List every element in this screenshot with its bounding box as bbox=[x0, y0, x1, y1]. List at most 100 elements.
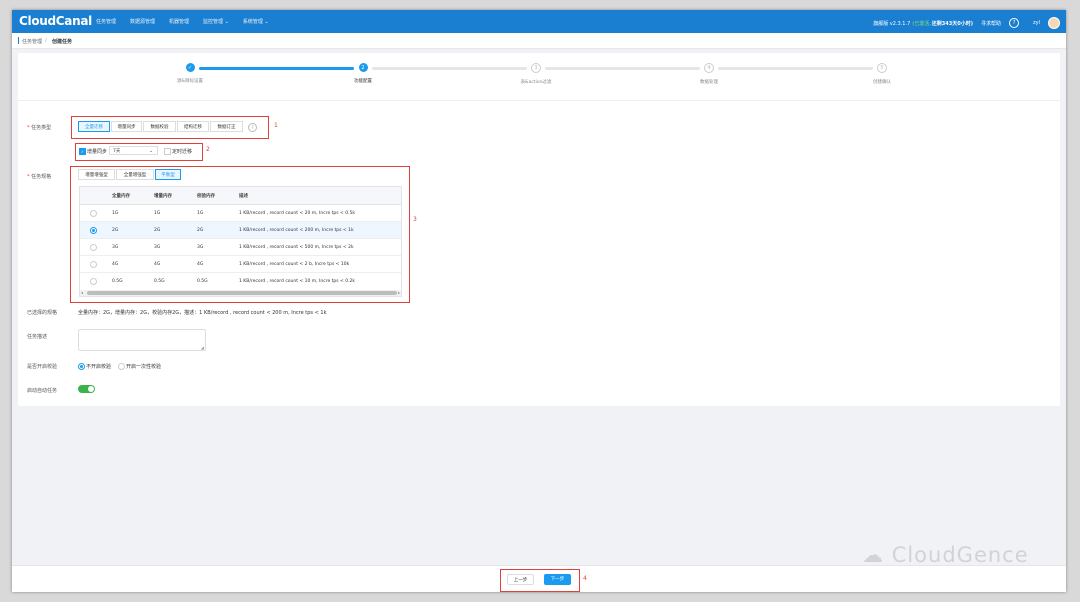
table-row[interactable]: 1G 1G 1G 1 KB/record , record count < 20… bbox=[80, 205, 401, 222]
cell-description: 1 KB/record , record count < 500 m, Incr… bbox=[239, 245, 354, 250]
row-radio[interactable] bbox=[90, 210, 97, 217]
task-type-incr-sync[interactable]: 增量同步 bbox=[111, 121, 142, 132]
verify-label: 是否开启校验 bbox=[27, 364, 58, 370]
step-label: 功能配置 bbox=[354, 79, 372, 84]
incr-sync-checkbox[interactable]: ✓ bbox=[79, 148, 86, 155]
cell-incr-memory: 3G bbox=[154, 245, 161, 250]
main-nav: 任务管理 数据源管理 机器管理 监控管理 ⌄ 系统管理 ⌄ bbox=[96, 18, 283, 25]
scroll-right-icon[interactable]: ▸ bbox=[398, 290, 400, 295]
annotation-number-4: 4 bbox=[583, 575, 587, 582]
autostart-toggle[interactable] bbox=[78, 385, 95, 393]
header-verify-memory: 校验内存 bbox=[197, 194, 215, 199]
annotation-number-3: 3 bbox=[413, 216, 417, 223]
step-check-icon: ✓ bbox=[185, 63, 195, 72]
nav-task-management[interactable]: 任务管理 bbox=[96, 18, 116, 25]
table-header: 全量内存 增量内存 校验内存 描述 bbox=[80, 187, 401, 205]
cell-description: 1 KB/record , record count < 10 m, Incre… bbox=[239, 279, 356, 284]
row-radio[interactable] bbox=[90, 227, 97, 234]
cell-verify-memory: 3G bbox=[197, 245, 204, 250]
nav-monitor-management[interactable]: 监控管理 ⌄ bbox=[203, 18, 229, 25]
resize-handle-icon[interactable]: ◢ bbox=[201, 345, 204, 350]
top-navbar: CloudCanal 任务管理 数据源管理 机器管理 监控管理 ⌄ 系统管理 ⌄… bbox=[12, 10, 1066, 33]
horizontal-scrollbar[interactable]: ◂ ▸ bbox=[80, 290, 401, 296]
breadcrumb-current: 创建任务 bbox=[52, 39, 73, 45]
breadcrumb-separator: / bbox=[45, 38, 47, 44]
nav-machine-management[interactable]: 机器管理 bbox=[169, 18, 189, 25]
timed-migration-label: 定时迁移 bbox=[172, 149, 193, 155]
verify-once-label[interactable]: 开启一次性校验 bbox=[126, 363, 161, 370]
step-2: 2 功能配置 bbox=[328, 63, 398, 84]
table-row[interactable]: 4G 4G 4G 1 KB/record , record count < 2 … bbox=[80, 256, 401, 273]
step-4: 4 数据处理 bbox=[674, 63, 744, 85]
main-card: ✓ 源&目标设置 2 功能配置 3 表&action过滤 4 数据处理 5 创建… bbox=[18, 53, 1060, 406]
task-type-data-verify[interactable]: 数据校验 bbox=[143, 121, 176, 132]
cell-incr-memory: 2G bbox=[154, 228, 161, 233]
cell-description: 1 KB/record , record count < 200 m, Incr… bbox=[239, 228, 354, 233]
task-type-full-migration[interactable]: 全量迁移 bbox=[78, 121, 110, 132]
task-type-schema-migration[interactable]: 结构迁移 bbox=[177, 121, 209, 132]
task-type-label: * 任务类型 bbox=[27, 125, 52, 131]
spec-tab-incr-enhanced[interactable]: 增量增强型 bbox=[78, 169, 115, 180]
verify-once-radio[interactable] bbox=[118, 363, 125, 370]
verify-off-label[interactable]: 不开启校验 bbox=[86, 363, 111, 370]
row-radio[interactable] bbox=[90, 278, 97, 285]
help-icon[interactable]: ? bbox=[1009, 18, 1020, 28]
cell-description: 1 KB/record , record count < 20 m, Incre… bbox=[239, 211, 356, 216]
footer-bar: 4 上一步 下一步 bbox=[12, 565, 1066, 592]
table-row[interactable]: 3G 3G 3G 1 KB/record , record count < 50… bbox=[80, 239, 401, 256]
cell-incr-memory: 0.5G bbox=[154, 279, 165, 284]
user-name[interactable]: zyl bbox=[1033, 20, 1040, 26]
app-window: CloudCanal 任务管理 数据源管理 机器管理 监控管理 ⌄ 系统管理 ⌄… bbox=[12, 10, 1066, 592]
incr-sync-duration-select[interactable]: 7天 ⌄ bbox=[109, 146, 158, 155]
help-link[interactable]: 寻求帮助 bbox=[981, 20, 1001, 27]
spec-label: * 任务规格 bbox=[27, 174, 52, 180]
verify-off-radio[interactable] bbox=[78, 363, 85, 370]
scrollbar-thumb[interactable] bbox=[87, 291, 397, 295]
cell-full-memory: 1G bbox=[112, 211, 119, 216]
next-step-button[interactable]: 下一步 bbox=[544, 574, 571, 585]
step-label: 源&目标设置 bbox=[176, 79, 203, 84]
spec-tab-balanced[interactable]: 平衡型 bbox=[155, 169, 181, 180]
spec-tabs: 增量增强型 全量增强型 平衡型 bbox=[78, 169, 208, 180]
header-full-memory: 全量内存 bbox=[112, 194, 130, 199]
row-radio[interactable] bbox=[90, 244, 97, 251]
table-row[interactable]: 2G 2G 2G 1 KB/record , record count < 20… bbox=[80, 222, 401, 239]
timed-migration-checkbox[interactable] bbox=[164, 148, 171, 155]
header-incr-memory: 增量内存 bbox=[154, 194, 172, 199]
selected-spec-label: 已选择的规格 bbox=[27, 310, 58, 316]
stepper: ✓ 源&目标设置 2 功能配置 3 表&action过滤 4 数据处理 5 创建… bbox=[18, 63, 1060, 93]
avatar[interactable] bbox=[1048, 17, 1060, 29]
question-icon[interactable]: ? bbox=[248, 123, 257, 132]
annotation-number-2: 2 bbox=[206, 146, 210, 153]
nav-system-management[interactable]: 系统管理 ⌄ bbox=[243, 18, 269, 25]
table-row[interactable]: 0.5G 0.5G 0.5G 1 KB/record , record coun… bbox=[80, 273, 401, 289]
breadcrumb-parent[interactable]: 任务管理 bbox=[22, 38, 42, 45]
row-radio[interactable] bbox=[90, 261, 97, 268]
step-number: 4 bbox=[704, 63, 714, 73]
task-type-data-correction[interactable]: 数据订正 bbox=[210, 121, 243, 132]
watermark: ☁ CloudGence bbox=[862, 543, 1029, 567]
task-desc-textarea[interactable]: ◢ bbox=[78, 329, 206, 351]
cell-verify-memory: 0.5G bbox=[197, 279, 208, 284]
cell-incr-memory: 1G bbox=[154, 211, 161, 216]
cell-description: 1 KB/record , record count < 2 b, Incre … bbox=[239, 262, 350, 267]
prev-step-button[interactable]: 上一步 bbox=[507, 574, 534, 585]
annotation-number-1: 1 bbox=[274, 122, 278, 129]
cell-full-memory: 0.5G bbox=[112, 279, 123, 284]
license-status: (已激活, bbox=[912, 20, 931, 27]
cell-incr-memory: 4G bbox=[154, 262, 161, 267]
step-1: ✓ 源&目标设置 bbox=[155, 63, 225, 84]
breadcrumb: 任务管理 / 创建任务 bbox=[12, 33, 1066, 49]
scroll-left-icon[interactable]: ◂ bbox=[81, 290, 83, 295]
step-5: 5 创建确认 bbox=[847, 63, 917, 85]
nav-datasource-management[interactable]: 数据源管理 bbox=[130, 18, 155, 25]
cell-full-memory: 3G bbox=[112, 245, 119, 250]
step-label: 创建确认 bbox=[873, 80, 891, 85]
cell-verify-memory: 4G bbox=[197, 262, 204, 267]
incr-sync-label: 增量同步 bbox=[87, 149, 108, 155]
spec-tab-full-enhanced[interactable]: 全量增强型 bbox=[116, 169, 154, 180]
step-label: 表&action过滤 bbox=[520, 80, 552, 85]
step-3: 3 表&action过滤 bbox=[501, 63, 571, 85]
header-right: 旗舰版 v2.3.1.7 (已激活, 还剩343天0小时) 寻求帮助 ? zyl bbox=[865, 17, 1060, 29]
spec-table: 全量内存 增量内存 校验内存 描述 1G 1G 1G 1 KB/record ,… bbox=[79, 186, 402, 297]
